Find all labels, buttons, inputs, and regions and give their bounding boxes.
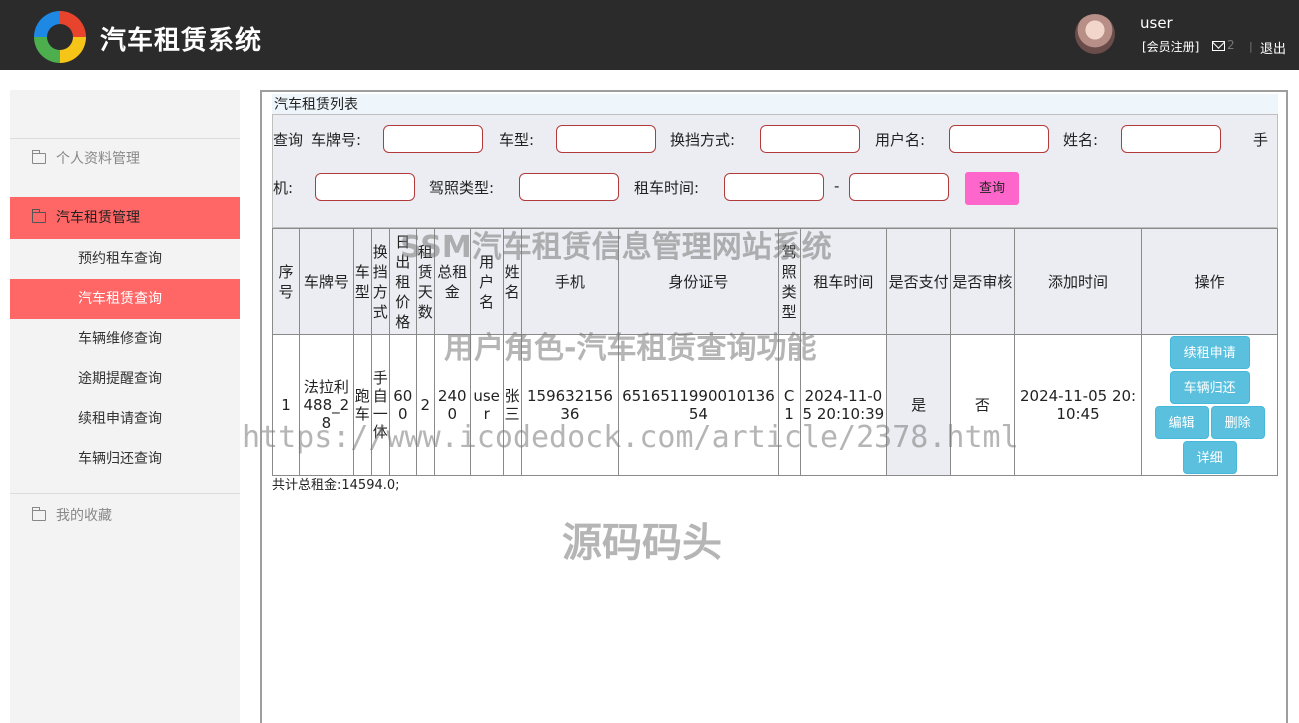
- table-row: 1 法拉利488_28 跑车 手自一体 600 2 2400 user 张三 1…: [272, 334, 1278, 476]
- phone-label-part1: 手: [1253, 131, 1269, 149]
- column-header: 驾照类型: [777, 228, 801, 335]
- app-logo-icon: [34, 11, 86, 63]
- edit-button[interactable]: 编辑: [1154, 406, 1209, 439]
- cell-index: 1: [272, 334, 300, 476]
- folder-icon: [32, 209, 46, 223]
- cell-username: user: [469, 334, 504, 476]
- cell-type: 跑车: [352, 334, 372, 476]
- plate-label: 车牌号:: [311, 131, 362, 149]
- column-header: 序号: [272, 228, 300, 335]
- total-rent-summary: 共计总租金:14594.0;: [272, 478, 400, 493]
- column-header: 是否审核: [950, 228, 1015, 335]
- rent-time-label: 租车时间:: [634, 179, 700, 197]
- sidebar-group-favorites[interactable]: 我的收藏: [10, 495, 240, 537]
- sidebar-group-label: 我的收藏: [56, 508, 112, 524]
- sidebar-item-reservation[interactable]: 预约租车查询: [10, 239, 240, 279]
- name-label: 姓名:: [1063, 131, 1099, 149]
- rental-table: 序号 车牌号 车型 换挡方式 日出租价格 租赁天数 总租金 用户名 姓名 手机 …: [272, 228, 1278, 476]
- gear-input[interactable]: [760, 125, 860, 153]
- sidebar: 个人资料管理 汽车租赁管理 预约租车查询 汽车租赁查询 车辆维修查询 途期提醒查…: [10, 90, 240, 723]
- folder-icon: [32, 507, 46, 521]
- sidebar-group-rental[interactable]: 汽车租赁管理: [10, 197, 240, 239]
- phone-input[interactable]: [315, 173, 415, 201]
- cell-id-card: 651651199001013654: [618, 334, 779, 476]
- username: user: [1140, 14, 1173, 32]
- column-header: 换挡方式: [370, 228, 390, 335]
- avatar[interactable]: [1075, 14, 1115, 54]
- cell-name: 张三: [502, 334, 522, 476]
- sidebar-item-renewal[interactable]: 续租申请查询: [10, 399, 240, 439]
- column-header: 身份证号: [618, 228, 779, 335]
- column-header: 租车时间: [799, 228, 888, 335]
- column-header: 手机: [520, 228, 620, 335]
- sidebar-item-rental-query[interactable]: 汽车租赁查询: [10, 279, 240, 319]
- rent-time-start-input[interactable]: [724, 173, 824, 201]
- cell-gear: 手自一体: [370, 334, 390, 476]
- sidebar-item-overdue[interactable]: 途期提醒查询: [10, 359, 240, 399]
- username-input[interactable]: [949, 125, 1049, 153]
- sidebar-divider: [10, 493, 240, 494]
- column-header: 总租金: [433, 228, 471, 335]
- mail-icon[interactable]: [1212, 41, 1225, 51]
- date-range-dash: -: [834, 177, 840, 195]
- plate-input[interactable]: [383, 125, 483, 153]
- user-label: 用户名:: [875, 131, 926, 149]
- column-header: 姓名: [502, 228, 522, 335]
- cell-daily-price: 600: [388, 334, 417, 476]
- member-register-link[interactable]: [会员注册]: [1142, 38, 1199, 55]
- type-label: 车型:: [499, 131, 535, 149]
- header-separator: |: [1249, 40, 1253, 53]
- cell-actions: 续租申请 车辆归还 编辑 删除 详细: [1141, 334, 1278, 476]
- column-header: 操作: [1141, 228, 1278, 335]
- cell-phone: 15963215636: [520, 334, 620, 476]
- folder-icon: [32, 150, 46, 164]
- detail-button[interactable]: 详细: [1182, 441, 1237, 474]
- return-button[interactable]: 车辆归还: [1169, 371, 1250, 404]
- type-input[interactable]: [556, 125, 656, 153]
- rent-time-end-input[interactable]: [849, 173, 949, 201]
- license-label: 驾照类型:: [429, 179, 495, 197]
- cell-reviewed: 否: [950, 334, 1015, 476]
- query-label: 查询: [273, 131, 304, 149]
- app-title: 汽车租赁系统: [100, 26, 263, 56]
- sidebar-group-profile[interactable]: 个人资料管理: [10, 138, 240, 180]
- mail-count: 2: [1227, 38, 1235, 52]
- sidebar-group-label: 个人资料管理: [56, 151, 140, 167]
- top-bar: 汽车租赁系统 user [会员注册] 2 | 退出: [0, 0, 1299, 70]
- main-panel: 汽车租赁列表 查询 车牌号: 车型: 换挡方式: 用户名: 姓名: 手 机: 驾…: [260, 90, 1288, 723]
- cell-plate: 法拉利488_28: [298, 334, 354, 476]
- column-header: 日出租价格: [388, 228, 417, 335]
- column-header: 添加时间: [1013, 228, 1143, 335]
- sidebar-group-label: 汽车租赁管理: [56, 210, 140, 226]
- phone-label-part2: 机:: [273, 179, 294, 197]
- panel-title: 汽车租赁列表: [272, 94, 1278, 116]
- name-input[interactable]: [1121, 125, 1221, 153]
- cell-license: C1: [777, 334, 801, 476]
- logout-link[interactable]: 退出: [1260, 38, 1286, 57]
- search-button[interactable]: 查询: [965, 172, 1019, 205]
- column-header: 用户名: [469, 228, 504, 335]
- column-header: 车牌号: [298, 228, 354, 335]
- cell-added-time: 2024-11-05 20:10:45: [1013, 334, 1143, 476]
- search-form: 查询 车牌号: 车型: 换挡方式: 用户名: 姓名: 手 机: 驾照类型: 租车…: [272, 114, 1278, 228]
- cell-days: 2: [415, 334, 435, 476]
- column-header: 租赁天数: [415, 228, 435, 335]
- cell-rent-time: 2024-11-05 20:10:39: [799, 334, 888, 476]
- cell-total: 2400: [433, 334, 471, 476]
- renew-button[interactable]: 续租申请: [1169, 336, 1250, 369]
- license-input[interactable]: [519, 173, 619, 201]
- sidebar-item-repair[interactable]: 车辆维修查询: [10, 319, 240, 359]
- column-header: 车型: [352, 228, 372, 335]
- table-header-row: 序号 车牌号 车型 换挡方式 日出租价格 租赁天数 总租金 用户名 姓名 手机 …: [272, 228, 1278, 335]
- delete-button[interactable]: 删除: [1210, 406, 1265, 439]
- cell-paid: 是: [886, 334, 952, 476]
- column-header: 是否支付: [886, 228, 952, 335]
- sidebar-item-return[interactable]: 车辆归还查询: [10, 439, 240, 479]
- gear-label: 换挡方式:: [670, 131, 736, 149]
